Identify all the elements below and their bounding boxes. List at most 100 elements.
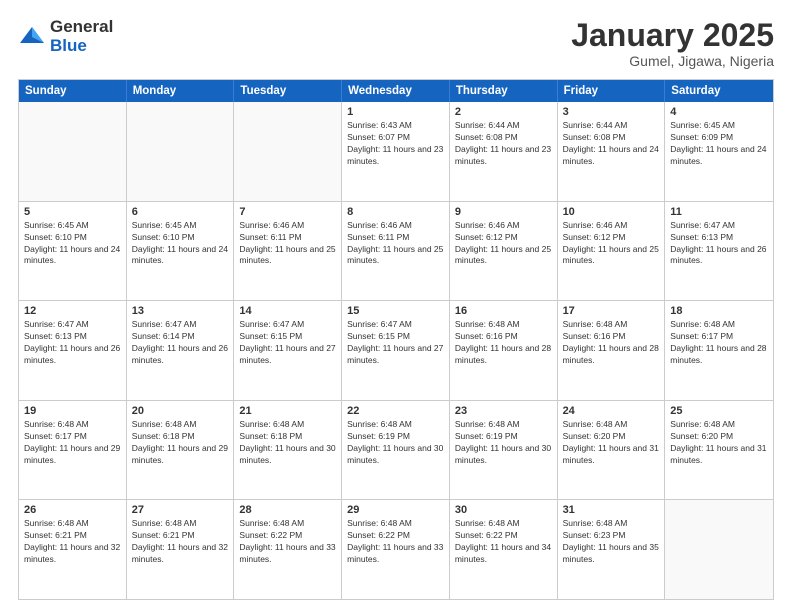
day-info: Sunrise: 6:47 AM Sunset: 6:13 PM Dayligh… [670,220,768,268]
calendar-week-1: 5 Sunrise: 6:45 AM Sunset: 6:10 PM Daylig… [19,202,773,302]
day-info: Sunrise: 6:48 AM Sunset: 6:16 PM Dayligh… [455,319,552,367]
day-number: 13 [132,305,229,317]
day-info: Sunrise: 6:48 AM Sunset: 6:19 PM Dayligh… [455,419,552,467]
calendar-week-0: 1 Sunrise: 6:43 AM Sunset: 6:07 PM Daylig… [19,102,773,202]
calendar-cell: 13 Sunrise: 6:47 AM Sunset: 6:14 PM Dayli… [127,301,235,400]
day-number: 9 [455,206,552,218]
day-number: 3 [563,106,660,118]
calendar-cell: 30 Sunrise: 6:48 AM Sunset: 6:22 PM Dayli… [450,500,558,599]
day-info: Sunrise: 6:48 AM Sunset: 6:22 PM Dayligh… [455,518,552,566]
header-day-friday: Friday [558,80,666,102]
calendar-cell: 24Sunrise: 6:48 AM Sunset: 6:20 PM Dayli… [558,401,666,500]
day-number: 17 [563,305,660,317]
day-number: 15 [347,305,444,317]
calendar-cell: 23 Sunrise: 6:48 AM Sunset: 6:19 PM Dayli… [450,401,558,500]
day-number: 18 [670,305,768,317]
day-info: Sunrise: 6:48 AM Sunset: 6:20 PM Dayligh… [670,419,768,467]
calendar-week-4: 26 Sunrise: 6:48 AM Sunset: 6:21 PM Dayli… [19,500,773,599]
calendar-cell: 28 Sunrise: 6:48 AM Sunset: 6:22 PM Dayli… [234,500,342,599]
day-number: 6 [132,206,229,218]
day-number: 11 [670,206,768,218]
day-info: Sunrise: 6:43 AM Sunset: 6:07 PM Dayligh… [347,120,444,168]
day-info: Sunrise: 6:48 AM Sunset: 6:21 PM Dayligh… [24,518,121,566]
calendar-cell [127,102,235,201]
calendar-cell: 9 Sunrise: 6:46 AM Sunset: 6:12 PM Daylig… [450,202,558,301]
header: General Blue January 2025 Gumel, Jigawa,… [18,18,774,69]
day-info: Sunrise: 6:48 AM Sunset: 6:17 PM Dayligh… [670,319,768,367]
calendar-week-2: 12 Sunrise: 6:47 AM Sunset: 6:13 PM Dayli… [19,301,773,401]
day-number: 31 [563,504,660,516]
header-day-thursday: Thursday [450,80,558,102]
calendar-cell: 18 Sunrise: 6:48 AM Sunset: 6:17 PM Dayli… [665,301,773,400]
day-number: 14 [239,305,336,317]
header-day-wednesday: Wednesday [342,80,450,102]
day-info: Sunrise: 6:48 AM Sunset: 6:20 PM Dayligh… [563,419,660,467]
logo-icon [18,23,46,51]
calendar-cell: 1 Sunrise: 6:43 AM Sunset: 6:07 PM Daylig… [342,102,450,201]
header-day-tuesday: Tuesday [234,80,342,102]
day-info: Sunrise: 6:48 AM Sunset: 6:16 PM Dayligh… [563,319,660,367]
calendar-cell: 31 Sunrise: 6:48 AM Sunset: 6:23 PM Dayli… [558,500,666,599]
day-number: 2 [455,106,552,118]
calendar-cell: 27Sunrise: 6:48 AM Sunset: 6:21 PM Dayli… [127,500,235,599]
day-info: Sunrise: 6:47 AM Sunset: 6:15 PM Dayligh… [347,319,444,367]
calendar-cell: 15 Sunrise: 6:47 AM Sunset: 6:15 PM Dayli… [342,301,450,400]
calendar-cell: 11 Sunrise: 6:47 AM Sunset: 6:13 PM Dayli… [665,202,773,301]
calendar-cell: 19Sunrise: 6:48 AM Sunset: 6:17 PM Dayli… [19,401,127,500]
day-info: Sunrise: 6:45 AM Sunset: 6:10 PM Dayligh… [132,220,229,268]
title-location: Gumel, Jigawa, Nigeria [571,53,774,69]
day-info: Sunrise: 6:47 AM Sunset: 6:13 PM Dayligh… [24,319,121,367]
day-number: 26 [24,504,121,516]
day-number: 23 [455,405,552,417]
calendar-cell: 21Sunrise: 6:48 AM Sunset: 6:18 PM Dayli… [234,401,342,500]
day-info: Sunrise: 6:45 AM Sunset: 6:10 PM Dayligh… [24,220,121,268]
day-number: 29 [347,504,444,516]
day-number: 12 [24,305,121,317]
calendar-cell: 17 Sunrise: 6:48 AM Sunset: 6:16 PM Dayli… [558,301,666,400]
day-info: Sunrise: 6:48 AM Sunset: 6:22 PM Dayligh… [347,518,444,566]
header-day-saturday: Saturday [665,80,773,102]
calendar-cell [19,102,127,201]
day-info: Sunrise: 6:47 AM Sunset: 6:15 PM Dayligh… [239,319,336,367]
day-number: 5 [24,206,121,218]
day-info: Sunrise: 6:48 AM Sunset: 6:21 PM Dayligh… [132,518,229,566]
calendar: SundayMondayTuesdayWednesdayThursdayFrid… [18,79,774,600]
day-info: Sunrise: 6:47 AM Sunset: 6:14 PM Dayligh… [132,319,229,367]
day-number: 7 [239,206,336,218]
calendar-cell: 25 Sunrise: 6:48 AM Sunset: 6:20 PM Dayli… [665,401,773,500]
day-info: Sunrise: 6:44 AM Sunset: 6:08 PM Dayligh… [563,120,660,168]
day-info: Sunrise: 6:48 AM Sunset: 6:22 PM Dayligh… [239,518,336,566]
day-number: 25 [670,405,768,417]
calendar-week-3: 19Sunrise: 6:48 AM Sunset: 6:17 PM Dayli… [19,401,773,501]
calendar-cell [665,500,773,599]
calendar-cell: 26 Sunrise: 6:48 AM Sunset: 6:21 PM Dayli… [19,500,127,599]
calendar-cell: 2 Sunrise: 6:44 AM Sunset: 6:08 PM Daylig… [450,102,558,201]
day-info: Sunrise: 6:46 AM Sunset: 6:12 PM Dayligh… [455,220,552,268]
calendar-cell: 6 Sunrise: 6:45 AM Sunset: 6:10 PM Daylig… [127,202,235,301]
logo-general: General [50,18,113,37]
title-section: January 2025 Gumel, Jigawa, Nigeria [571,18,774,69]
calendar-body: 1 Sunrise: 6:43 AM Sunset: 6:07 PM Daylig… [19,102,773,599]
day-number: 28 [239,504,336,516]
calendar-cell: 4Sunrise: 6:45 AM Sunset: 6:09 PM Daylig… [665,102,773,201]
day-info: Sunrise: 6:48 AM Sunset: 6:23 PM Dayligh… [563,518,660,566]
day-number: 30 [455,504,552,516]
day-number: 10 [563,206,660,218]
day-info: Sunrise: 6:46 AM Sunset: 6:12 PM Dayligh… [563,220,660,268]
calendar-cell: 12 Sunrise: 6:47 AM Sunset: 6:13 PM Dayli… [19,301,127,400]
day-number: 21 [239,405,336,417]
day-number: 22 [347,405,444,417]
calendar-cell: 16 Sunrise: 6:48 AM Sunset: 6:16 PM Dayli… [450,301,558,400]
day-info: Sunrise: 6:46 AM Sunset: 6:11 PM Dayligh… [239,220,336,268]
title-month: January 2025 [571,18,774,53]
day-number: 8 [347,206,444,218]
calendar-cell: 8Sunrise: 6:46 AM Sunset: 6:11 PM Daylig… [342,202,450,301]
day-number: 20 [132,405,229,417]
logo-blue: Blue [50,37,113,56]
day-number: 16 [455,305,552,317]
day-number: 19 [24,405,121,417]
day-number: 1 [347,106,444,118]
calendar-cell: 20Sunrise: 6:48 AM Sunset: 6:18 PM Dayli… [127,401,235,500]
day-info: Sunrise: 6:44 AM Sunset: 6:08 PM Dayligh… [455,120,552,168]
calendar-cell: 5 Sunrise: 6:45 AM Sunset: 6:10 PM Daylig… [19,202,127,301]
